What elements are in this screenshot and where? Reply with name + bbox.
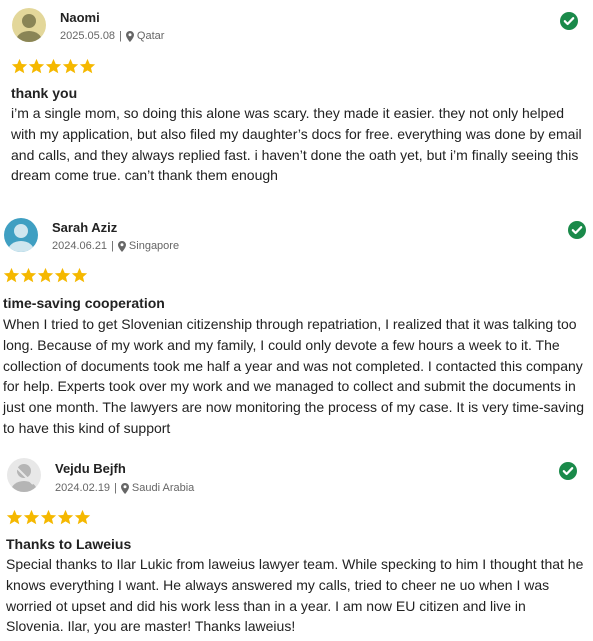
review-text: When I tried to get Slovenian citizenshi… xyxy=(3,316,584,436)
star-icon xyxy=(40,509,57,525)
star-icon xyxy=(79,58,96,74)
avatar[interactable] xyxy=(7,458,41,492)
star-rating xyxy=(11,58,96,75)
star-icon xyxy=(45,58,62,74)
star-icon xyxy=(62,58,79,74)
review-date: 2025.05.08 xyxy=(60,30,116,42)
review-card: Sarah Aziz 2024.06.21 | Singapore time-s… xyxy=(0,200,593,450)
review-title: time-saving cooperation xyxy=(3,295,165,311)
star-icon xyxy=(3,267,20,283)
review-meta: 2024.02.19 | Saudi Arabia xyxy=(55,482,194,494)
star-icon xyxy=(23,509,40,525)
star-icon xyxy=(28,58,45,74)
star-icon xyxy=(20,267,37,283)
review-country: Qatar xyxy=(136,30,165,42)
meta-separator: | xyxy=(114,482,117,494)
check-circle-icon xyxy=(568,221,586,239)
star-icon xyxy=(54,267,71,283)
star-icon xyxy=(6,509,23,525)
meta-separator: | xyxy=(119,30,122,42)
reviewer-name: Sarah Aziz xyxy=(52,220,118,235)
star-icon xyxy=(11,58,28,74)
review-meta: 2024.06.21 | Singapore xyxy=(52,240,179,252)
review-title: Thanks to Laweius xyxy=(6,536,132,552)
reviewer-name: Vejdu Bejfh xyxy=(55,461,126,476)
review-text: Special thanks to Ilar Lukic from laweiu… xyxy=(6,556,584,635)
reviewer-name: Naomi xyxy=(60,10,100,25)
star-icon xyxy=(71,267,88,283)
review-date: 2024.06.21 xyxy=(52,240,108,252)
location-pin-icon xyxy=(117,240,126,252)
check-circle-icon xyxy=(559,462,577,480)
review-card: Naomi 2025.05.08 | Qatar thank you i’m a… xyxy=(0,0,593,200)
review-country: Singapore xyxy=(128,240,180,252)
meta-separator: | xyxy=(111,240,114,252)
review-title: thank you xyxy=(11,85,78,101)
star-rating xyxy=(3,267,88,284)
check-circle-icon xyxy=(560,12,578,30)
review-card: Vejdu Bejfh 2024.02.19 | Saudi Arabia Th… xyxy=(0,450,593,641)
review-text: i’m a single mom, so doing this alone wa… xyxy=(11,105,582,184)
star-icon xyxy=(37,267,54,283)
star-icon xyxy=(74,509,91,525)
review-meta: 2025.05.08 | Qatar xyxy=(60,30,164,42)
location-pin-icon xyxy=(120,482,129,494)
review-date: 2024.02.19 xyxy=(55,482,111,494)
location-pin-icon xyxy=(125,30,134,42)
star-icon xyxy=(57,509,74,525)
avatar[interactable] xyxy=(4,218,38,252)
star-rating xyxy=(6,509,91,526)
review-country: Saudi Arabia xyxy=(131,482,195,494)
avatar[interactable] xyxy=(12,8,46,42)
